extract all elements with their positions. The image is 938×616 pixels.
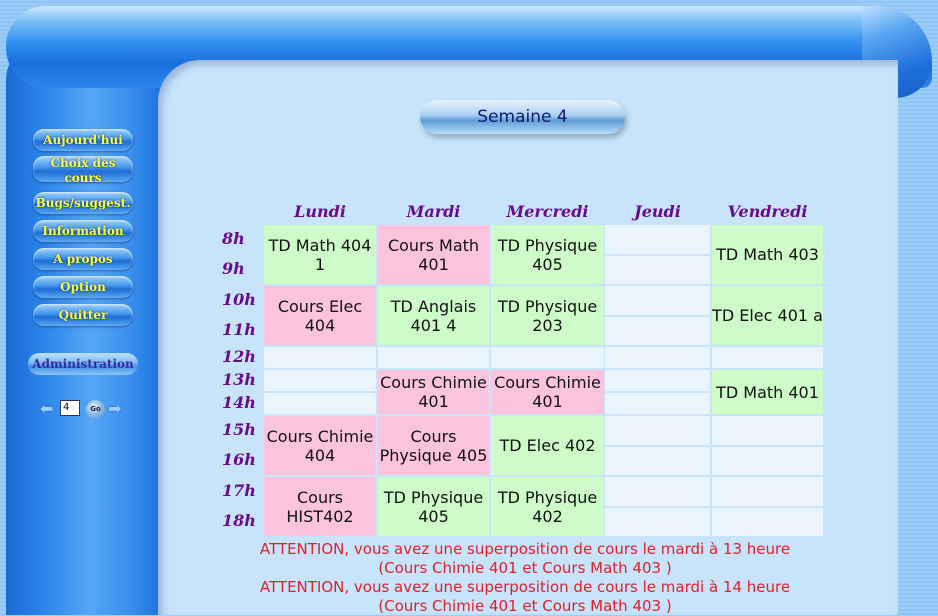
course-cell[interactable]: Cours Elec 404 [264,286,376,345]
course-cell[interactable]: TD Math 403 [712,225,823,284]
hour-label: 8h [222,229,245,248]
hour-label: 11h [222,320,256,339]
empty-slot [264,393,376,414]
course-cell[interactable]: Cours Physique 405 [378,416,489,475]
empty-slot [264,347,376,368]
empty-slot [712,508,823,536]
empty-slot [605,225,710,254]
empty-slot [605,416,710,445]
overlap-warning-detail: (Cours Chimie 401 et Cours Math 403 ) [378,559,672,577]
empty-slot [712,477,823,506]
previous-week-arrow-icon[interactable]: ⬅ [40,401,53,417]
course-cell[interactable]: TD Physique 405 [378,477,489,536]
course-cell[interactable]: Cours Chimie 404 [264,416,376,475]
overlap-warning: ATTENTION, vous avez une superposition d… [259,578,791,596]
empty-slot [605,347,710,368]
week-navigator: ⬅ Go ➡ [40,400,130,419]
day-header-mardi: Mardi [406,202,461,221]
hour-label: 16h [222,450,256,469]
nav-quit-button[interactable]: Quitter [33,304,133,326]
administration-button[interactable]: Administration [28,353,138,375]
hour-label: 10h [222,290,256,309]
course-cell[interactable]: Cours HIST402 [264,477,376,536]
hour-label: 12h [222,347,256,366]
nav-bugs-button[interactable]: Bugs/suggest. [33,192,133,214]
empty-slot [605,393,710,414]
empty-slot [491,347,604,368]
course-cell[interactable]: TD Physique 402 [491,477,604,536]
nav-today-button[interactable]: Aujourd'hui [33,129,133,151]
week-title: Semaine 4 [420,100,625,134]
course-cell[interactable]: Cours Chimie 401 [378,370,489,414]
empty-slot [712,347,823,368]
day-header-mercredi: Mercredi [506,202,589,221]
course-cell[interactable]: TD Anglais 401 4 [378,286,489,345]
day-header-jeudi: Jeudi [634,202,681,221]
day-header-vendredi: Vendredi [727,202,808,221]
course-cell[interactable]: TD Math 404 1 [264,225,376,284]
course-cell[interactable]: TD Physique 405 [491,225,604,284]
empty-slot [605,286,710,315]
hour-label: 15h [222,420,256,439]
nav-information-button[interactable]: Information [33,220,133,242]
course-cell[interactable]: Cours Chimie 401 [491,370,604,414]
empty-slot [264,370,376,391]
course-cell[interactable]: TD Math 401 [712,370,823,414]
go-button[interactable]: Go [86,400,105,419]
empty-slot [605,477,710,506]
empty-slot [712,416,823,445]
empty-slot [605,508,710,536]
empty-slot [605,447,710,475]
course-cell[interactable]: TD Elec 401 a [712,286,823,345]
empty-slot [605,256,710,284]
nav-course-choice-button[interactable]: Choix des cours [33,156,133,185]
nav-option-button[interactable]: Option [33,276,133,298]
hour-label: 18h [222,511,256,530]
course-cell[interactable]: Cours Math 401 [378,225,489,284]
week-number-input[interactable] [60,400,80,416]
next-week-arrow-icon[interactable]: ➡ [108,401,121,417]
empty-slot [605,317,710,345]
empty-slot [605,370,710,391]
overlap-warning: ATTENTION, vous avez une superposition d… [259,540,791,558]
course-cell[interactable]: TD Physique 203 [491,286,604,345]
hour-label: 14h [222,393,256,412]
day-header-lundi: Lundi [294,202,346,221]
empty-slot [712,447,823,475]
frame-left-border [6,40,160,615]
hour-label: 17h [222,481,256,500]
overlap-warning-detail: (Cours Chimie 401 et Cours Math 403 ) [378,597,672,615]
nav-about-button[interactable]: A propos [33,248,133,270]
hour-label: 9h [222,259,245,278]
empty-slot [378,347,489,368]
course-cell[interactable]: TD Elec 402 [491,416,604,475]
hour-label: 13h [222,370,256,389]
